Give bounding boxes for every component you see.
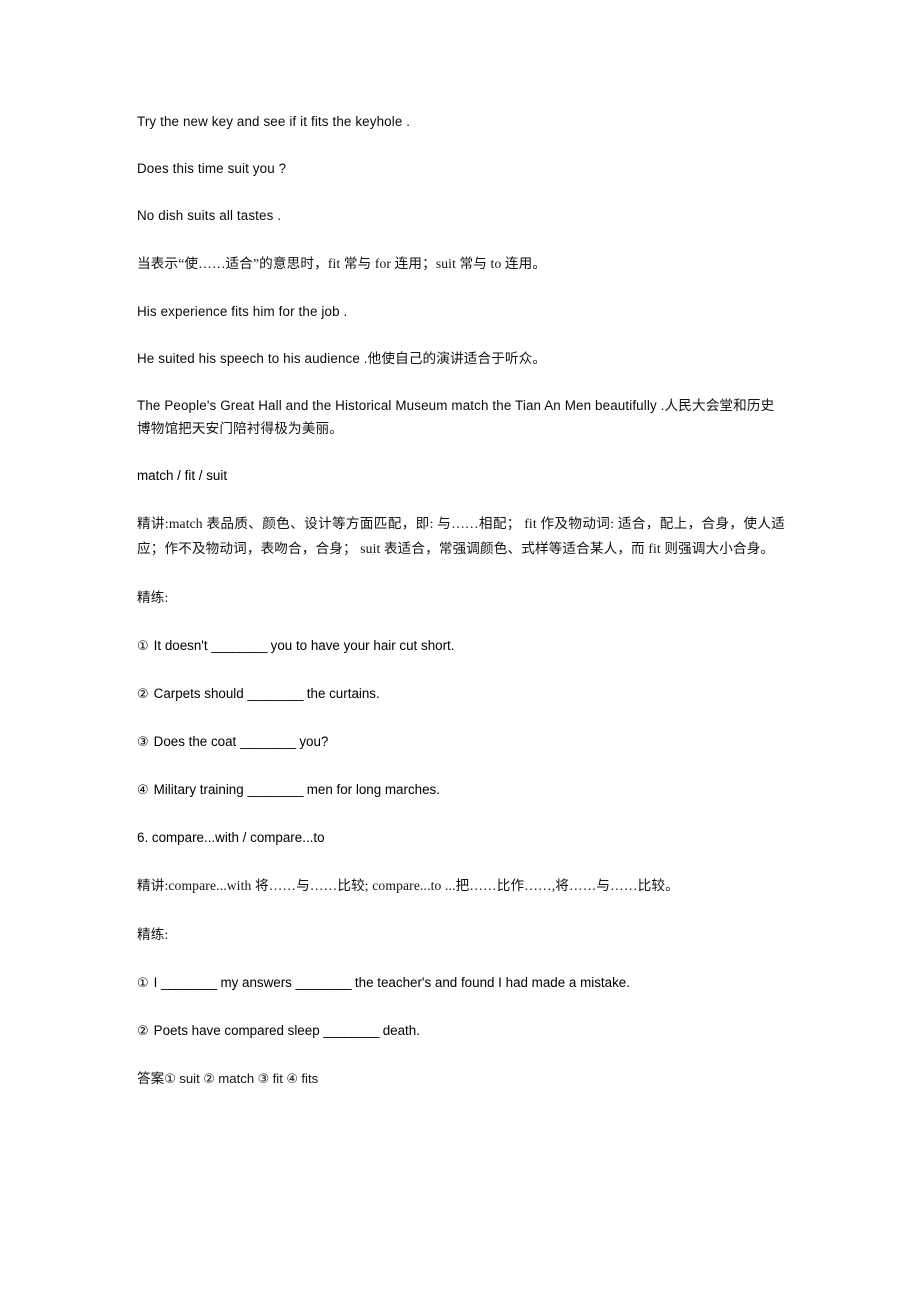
heading-compare: 6. compare...with / compare...to xyxy=(137,830,325,845)
explanation-text: compare...with 将……与……比较; compare...to ..… xyxy=(168,878,679,893)
explanation-match-fit-suit: 精讲:match 表品质、颜色、设计等方面匹配，即: 与……相配； fit 作及… xyxy=(137,511,785,561)
exercise-text-after: you? xyxy=(299,734,329,749)
list-marker: ② xyxy=(137,687,149,702)
list-marker: ② xyxy=(137,1024,149,1039)
example-sentence-6-english: The People's Great Hall and the Historic… xyxy=(137,398,665,413)
answer-value: match xyxy=(218,1071,255,1086)
example-sentence-2: Does this time suit you ? xyxy=(137,161,287,176)
heading-match-fit-suit: match / fit / suit xyxy=(137,468,228,483)
note-fit-suit: 当表示“使……适合”的意思时，fit 常与 for 连用；suit 常与 to … xyxy=(137,256,547,271)
answer-blank[interactable]: ________ xyxy=(161,975,217,990)
answer-value: suit xyxy=(179,1071,200,1086)
exercise-item: ③ Does the coat ________ you? xyxy=(137,730,785,754)
explanation-compare: 精讲:compare...with 将……与……比较; compare...to… xyxy=(137,873,785,898)
explanation-label: 精讲: xyxy=(137,516,169,531)
answer-marker: ① xyxy=(164,1072,176,1087)
exercise-text-before: It doesn't xyxy=(153,638,208,653)
answer-marker: ④ xyxy=(286,1072,298,1087)
answer-key: 答案① suit ② match ③ fit ④ fits xyxy=(137,1067,785,1091)
exercise-text-after: men for long marches. xyxy=(306,782,440,797)
explanation-text: match 表品质、颜色、设计等方面匹配，即: 与……相配； fit 作及物动词… xyxy=(137,516,785,556)
answer-blank[interactable]: ________ xyxy=(211,638,267,653)
answer-blank[interactable]: ________ xyxy=(247,686,303,701)
answer-value: fits xyxy=(301,1071,319,1086)
example-sentence-1: Try the new key and see if it fits the k… xyxy=(137,114,411,129)
example-sentence-4: His experience fits him for the job . xyxy=(137,304,348,319)
exercise-item: ④ Military training ________ men for long… xyxy=(137,778,785,802)
example-sentence-6: The People's Great Hall and the Historic… xyxy=(137,394,785,440)
exercise-text-after: you to have your hair cut short. xyxy=(270,638,455,653)
example-sentence-5-chinese: 他使自己的演讲适合于听众。 xyxy=(367,351,547,366)
exercise-text-before: Does the coat xyxy=(153,734,237,749)
explanation-label: 精讲: xyxy=(137,878,169,893)
exercise-text-after: the teacher's and found I had made a mis… xyxy=(354,975,630,990)
document-page: Try the new key and see if it fits the k… xyxy=(0,0,920,1302)
answer-key-label: 答案 xyxy=(137,1071,165,1086)
exercise-text-before: Carpets should xyxy=(153,686,244,701)
exercise-text-middle: my answers xyxy=(220,975,292,990)
example-sentence-5-english: He suited his speech to his audience . xyxy=(137,351,368,366)
exercise-item: ② Poets have compared sleep ________ deat… xyxy=(137,1019,785,1043)
answer-blank[interactable]: ________ xyxy=(240,734,296,749)
answer-blank-second[interactable]: ________ xyxy=(296,975,352,990)
answer-value: fit xyxy=(272,1071,283,1086)
list-marker: ③ xyxy=(137,735,149,750)
answer-marker: ③ xyxy=(257,1072,270,1087)
answer-blank[interactable]: ________ xyxy=(247,782,303,797)
exercise-text-after: death. xyxy=(382,1023,420,1038)
exercise-text-before: I xyxy=(153,975,158,990)
list-marker: ① xyxy=(137,639,149,654)
exercise-item: ② Carpets should ________ the curtains. xyxy=(137,682,785,706)
exercise-text-before: Military training xyxy=(153,782,244,797)
list-marker: ④ xyxy=(137,783,149,798)
answer-blank[interactable]: ________ xyxy=(323,1023,379,1038)
document-body: Try the new key and see if it fits the k… xyxy=(137,110,785,1091)
practice-label-2: 精练: xyxy=(137,927,169,942)
example-sentence-3: No dish suits all tastes . xyxy=(137,208,282,223)
answer-marker: ② xyxy=(203,1072,215,1087)
practice-label-1: 精练: xyxy=(137,590,169,605)
exercise-item: ① It doesn't ________ you to have your ha… xyxy=(137,634,785,658)
example-sentence-5: He suited his speech to his audience .他使… xyxy=(137,347,785,370)
exercise-text-after: the curtains. xyxy=(306,686,380,701)
list-marker: ① xyxy=(137,976,149,991)
exercise-text-before: Poets have compared sleep xyxy=(153,1023,320,1038)
exercise-item: ①I ________ my answers ________ the teac… xyxy=(137,971,785,995)
